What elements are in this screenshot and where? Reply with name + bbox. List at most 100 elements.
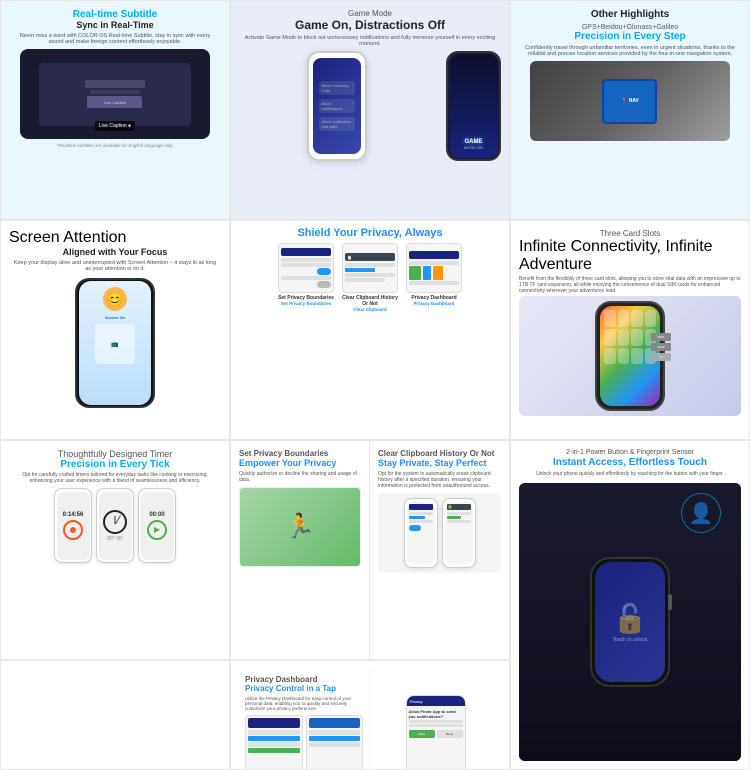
power-button: [668, 594, 672, 610]
game-screen-img: Block Incoming Calls Block notifications…: [313, 58, 361, 154]
toggle-clip-1: [409, 525, 421, 531]
face-scan-icon: 👤: [689, 501, 714, 526]
timer-phone-2: 00° 00': [96, 488, 134, 563]
app-icon-2: [618, 310, 630, 327]
privacy-dashboard-content: Privacy Dashboard Privacy Control in a T…: [239, 669, 370, 770]
gps-label: GPS+Beidou+Glonass+Galileo: [519, 24, 741, 31]
gps-desc: Confidently travel through unfamiliar te…: [523, 45, 737, 57]
pd-row-2: [248, 736, 300, 741]
screen-attention-phone-screen: 😊 Screen On 📺: [79, 281, 151, 405]
timer-subtitle: Precision in Every Tick: [9, 459, 221, 470]
three-card-title: Infinite Connectivity, Infinite Adventur…: [519, 238, 741, 274]
screen-attention-title: Screen Attention: [9, 229, 221, 247]
app-icon-7: [631, 329, 643, 346]
face-attention-icon: 😊: [103, 287, 127, 311]
app-icon-10: [618, 348, 630, 365]
realtime-screen-mock: Live Caption Live Caption ●: [20, 49, 211, 139]
pd-screens-row: [245, 715, 363, 770]
instant-access-cell: 2-in-1 Power Button & Fingerprint Sensor…: [510, 440, 750, 770]
realtime-title: Real-time Subtitle: [9, 9, 221, 20]
toggle-off: [317, 281, 331, 288]
privacy-boundaries-half: Set Privacy Boundaries Empower Your Priv…: [231, 441, 370, 659]
three-card-label: Three Card Slots: [519, 229, 741, 238]
sim-card-1: SIM1: [651, 333, 671, 341]
perm-title: Allow Photo App to send you notification…: [409, 709, 463, 719]
realtime-note: *Realtime subtitles are available for En…: [9, 143, 221, 148]
fingerprint-icon: 🔓: [613, 602, 648, 635]
pv-image-content: 🏃: [240, 488, 360, 566]
other-highlights-cell: Other Highlights GPS+Beidou+Glonass+Gali…: [510, 0, 750, 220]
perm-deny-text: Deny: [446, 732, 453, 736]
clear-clipboard-half: Clear Clipboard History Or Not Stay Priv…: [370, 441, 509, 659]
set-privacy-boundaries-item: Set Privacy Boundaries Set Privacy Bound…: [276, 243, 336, 306]
shield-privacy-title: Shield Your Privacy, Always: [297, 227, 442, 239]
timer-ring-3: ▶: [147, 520, 167, 540]
cc-desc: Opt for the system to automatically eras…: [378, 471, 501, 489]
clear-clipboard-label: Clear Clipboard History Or Not: [340, 295, 400, 307]
clear-clipboard-phone: 🔒: [378, 493, 501, 573]
game-phone-left: Block Incoming Calls Block notifications…: [307, 51, 367, 161]
cc-subtitle: Stay Private, Stay Perfect: [378, 458, 501, 469]
three-card-phone-image: SIM1 SIM2 TF: [519, 296, 741, 416]
pd-screen-header-1: [248, 718, 300, 728]
privacy-dashboard-cell: Privacy Dashboard Privacy Control in a T…: [230, 660, 510, 770]
perm-header-text: Privacy: [410, 699, 423, 704]
privacy-dashboard-sublabel: Privacy Dashboard: [414, 301, 455, 306]
pd-row-7: [309, 742, 361, 747]
pv-image-emoji: 🏃: [285, 512, 315, 541]
privacy-boundaries-image: 🏃: [239, 487, 361, 567]
ia-phone-screen: 🔓 Touch to unlock: [595, 562, 665, 682]
clear-clipboard-sublabel: Clear Clipboard: [353, 307, 387, 312]
instant-access-label: 2-in-1 Power Button & Fingerprint Sensor: [519, 449, 741, 456]
toggle-on: [317, 268, 331, 275]
realtime-subtitle-cell: Real-time Subtitle Sync in Real-Time Nev…: [0, 0, 230, 220]
privacy-dashboard-grid: Privacy Dashboard Privacy Control in a T…: [239, 669, 501, 761]
privacy-screenshots-row: Set Privacy Boundaries Set Privacy Bound…: [276, 243, 464, 312]
fingerprint-container: 🔓 Touch to unlock: [613, 602, 648, 643]
app-icon-9: [604, 348, 616, 365]
timer-display-3: 00:00: [149, 512, 164, 518]
privacy-dashboard-item: Privacy Dashboard Privacy Dashboard: [404, 243, 464, 306]
timer-screen-1: 0:14:56: [57, 492, 90, 560]
instant-access-title: Instant Access, Effortless Touch: [519, 456, 741, 469]
screen-attention-phone: 😊 Screen On 📺: [75, 278, 155, 408]
perm-allow-btn[interactable]: Allow: [409, 730, 435, 738]
pv-title: Set Privacy Boundaries: [239, 449, 361, 458]
unlock-text: Touch to unlock: [613, 637, 648, 643]
perm-allow-text: Allow: [418, 732, 425, 736]
phone-body-tcs: SIM1 SIM2 TF: [595, 301, 665, 411]
three-card-desc: Benefit from the flexibility of three ca…: [519, 276, 741, 294]
notif-allow: Allow notification and calls: [319, 117, 355, 131]
timer-screen-3: 00:00 ▶: [141, 492, 174, 560]
pd-screen-1: [245, 715, 303, 770]
game-mode-label: Game Mode: [239, 9, 501, 18]
instant-access-desc: Unlock your phone quickly and effortless…: [519, 471, 741, 477]
ia-dark-bg: 👤 🔓 Touch to unlock: [519, 483, 741, 761]
live-caption-label: Live Caption ●: [95, 121, 135, 131]
perm-deny-btn[interactable]: Deny: [437, 730, 463, 738]
screen-attention-subtitle: Aligned with Your Focus: [9, 247, 221, 257]
analog-clock: [103, 510, 127, 534]
timer-screen-2: 00° 00': [99, 492, 132, 560]
timer-play: ▶: [154, 525, 160, 534]
notif-block-calls: Block Incoming Calls: [319, 81, 355, 95]
pd-title: Privacy Dashboard: [245, 675, 363, 684]
game-mode-cell: Game Mode Game On, Distractions Off Acti…: [230, 0, 510, 220]
dashboard-screen: [406, 243, 462, 293]
notif-block: Block notifications: [319, 99, 355, 113]
pv-desc: Quickly authorize or decline the sharing…: [239, 471, 361, 483]
sim-tray: SIM1 SIM2 TF: [651, 333, 671, 361]
timer-desc: Opt for carefully crafted timers tailore…: [13, 472, 217, 484]
perm-header: Privacy: [407, 696, 465, 706]
timer-display-1: 0:14:56: [63, 512, 84, 518]
clipboard-phone-2: 🔒: [442, 498, 476, 568]
screen-inner: Live Caption: [39, 63, 192, 126]
clipboard-screen-1: [407, 502, 435, 564]
timer-ring-1: [63, 520, 83, 540]
precision-title: Precision in Every Step: [519, 31, 741, 42]
ia-phone: 🔓 Touch to unlock: [590, 557, 670, 687]
set-privacy-sublabel: Set Privacy Boundaries: [281, 301, 331, 306]
nav-screen: 📍 NAV: [602, 79, 657, 124]
pd-subtitle: Privacy Control in a Tap: [245, 684, 363, 694]
screen-attention-desc: Keep your display alive and uninterrupte…: [13, 260, 217, 272]
